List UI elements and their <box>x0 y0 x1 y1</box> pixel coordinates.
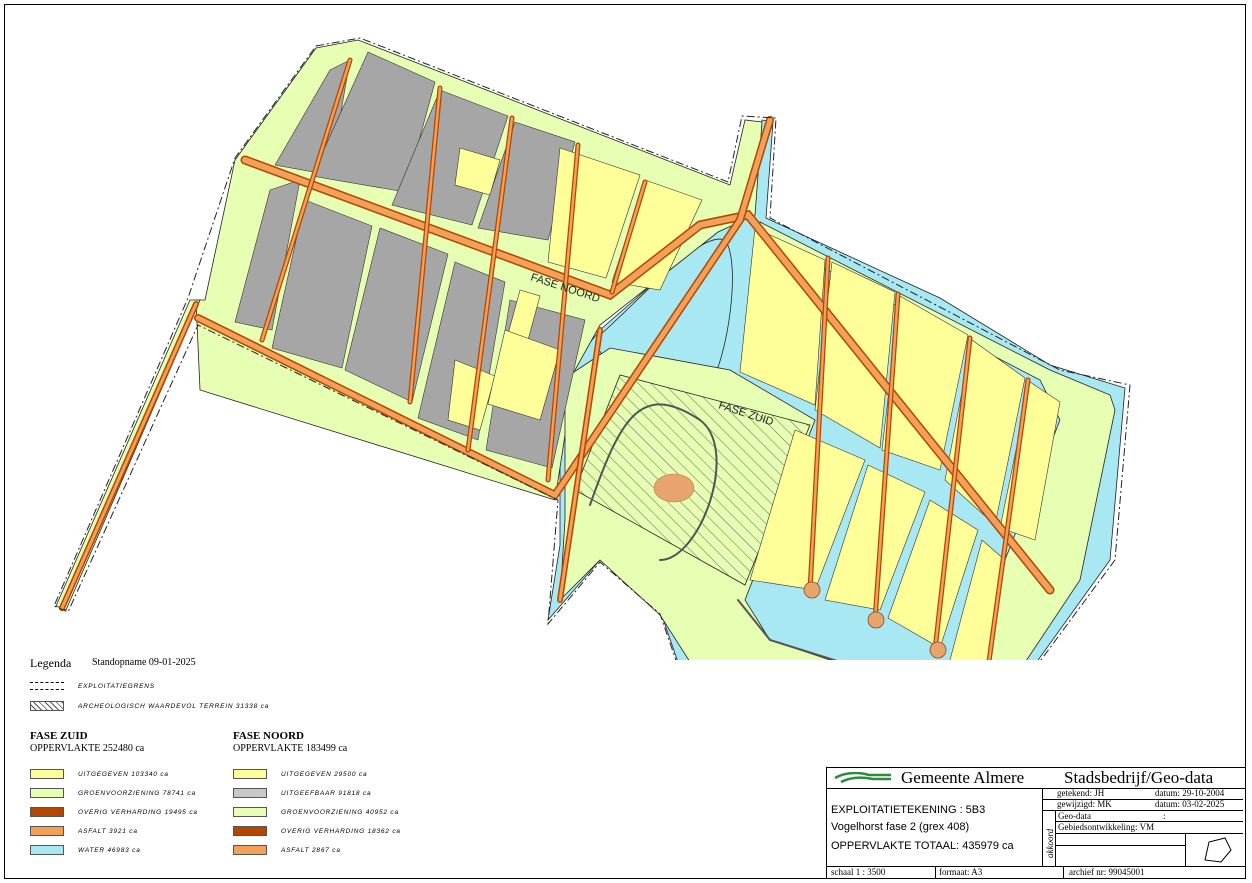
archeo-swatch <box>30 701 64 711</box>
legend-swatch <box>30 788 64 798</box>
archive-number: archief nr: 99045001 <box>1069 867 1145 877</box>
legend-swatch <box>30 845 64 855</box>
legend-item: GROENVOORZIENING 40952 ca <box>233 806 399 818</box>
legend-archeo: ARCHEOLOGISCH WAARDEVOL TERREIN 31338 ca <box>30 700 269 712</box>
legend-item: UITGEGEVEN 103340 ca <box>30 768 169 780</box>
modified-date: datum: 03-02-2025 <box>1155 799 1225 809</box>
legend-item: OVERIG VERHARDING 19495 ca <box>30 806 198 818</box>
modified-by: gewijzigd: MK <box>1057 799 1112 809</box>
legend-title: Legenda <box>30 656 72 670</box>
legend-item: WATER 46983 ca <box>30 844 141 856</box>
legend-item-label: OVERIG VERHARDING 19495 ca <box>78 808 198 816</box>
geodata-colon: : <box>1163 811 1166 821</box>
zuid-area: OPPERVLAKTE 252480 ca <box>30 743 145 754</box>
legend-swatch <box>233 769 267 779</box>
almere-logo-icon <box>834 772 891 784</box>
noord-area: OPPERVLAKTE 183499 ca <box>233 743 348 754</box>
legend-item: ASFALT 2867 ca <box>233 844 341 856</box>
drawn-by: getekend: JH <box>1057 788 1105 798</box>
org-name: Gemeente Almere <box>901 768 1025 787</box>
format: formaat: A3 <box>939 867 983 877</box>
legend-boundary: EXPLOITATIEGRENS <box>30 680 155 692</box>
archeology-mound <box>653 473 695 503</box>
legend-swatch <box>233 826 267 836</box>
geodata-label: Geo-data <box>1058 811 1091 821</box>
legend-date: Standopname 09-01-2025 <box>92 657 196 668</box>
drawing-info: EXPLOITATIETEKENING : 5B3 Vogelhorst fas… <box>827 788 1043 866</box>
project-name: Vogelhorst fase 2 (grex 408) <box>831 821 970 833</box>
drawing-number: EXPLOITATIETEKENING : 5B3 <box>831 804 986 816</box>
legend-item-label: UITGEGEVEN 103340 ca <box>78 770 169 778</box>
total-area: OPPERVLAKTE TOTAAL: 435979 ca <box>831 840 1014 852</box>
plan-map: FASE NOORD FASE ZUID <box>53 37 1131 660</box>
legend-swatch <box>233 845 267 855</box>
legend-item-label: ASFALT 3921 ca <box>78 827 138 835</box>
approval-info: getekend: JH datum: 29-10-2004 gewijzigd… <box>1043 788 1243 866</box>
legend-item-label: GROENVOORZIENING 40952 ca <box>281 808 399 816</box>
title-block-header: Gemeente Almere Stadsbedrijf/Geo-data <box>827 768 1245 789</box>
legend-boundary-label: EXPLOITATIEGRENS <box>78 682 155 690</box>
legend-item: ASFALT 3921 ca <box>30 825 138 837</box>
boundary-swatch <box>30 682 64 690</box>
legend-item: UITGEEFBAAR 91818 ca <box>233 787 371 799</box>
scale: schaal 1 : 3500 <box>831 867 886 877</box>
legend-item: GROENVOORZIENING 78741 ca <box>30 787 196 799</box>
legend-item-label: WATER 46983 ca <box>78 846 141 854</box>
legend-swatch <box>30 769 64 779</box>
legend-swatch <box>233 807 267 817</box>
legend-archeo-label: ARCHEOLOGISCH WAARDEVOL TERREIN 31338 ca <box>78 702 270 710</box>
gebied-label: Gebiedsontwikkeling: VM <box>1058 822 1155 832</box>
keyplan-icon <box>1204 837 1232 863</box>
zuid-title: FASE ZUID <box>30 730 88 742</box>
dept-name: Stadsbedrijf/Geo-data <box>1064 768 1214 787</box>
legend-item-label: OVERIG VERHARDING 18362 ca <box>281 827 401 835</box>
legend: Legenda Standopname 09-01-2025 EXPLOITAT… <box>30 656 590 866</box>
legend-swatch <box>233 788 267 798</box>
drawn-date: datum: 29-10-2004 <box>1155 788 1225 798</box>
legend-item-label: UITGEGEVEN 29500 ca <box>281 770 368 778</box>
title-block: Gemeente Almere Stadsbedrijf/Geo-data EX… <box>826 767 1246 879</box>
legend-item: OVERIG VERHARDING 18362 ca <box>233 825 401 837</box>
noord-title: FASE NOORD <box>233 730 304 742</box>
akkoord-label: akkoord <box>1045 828 1055 858</box>
title-block-footer: schaal 1 : 3500 formaat: A3 archief nr: … <box>827 866 1245 879</box>
legend-swatch <box>30 807 64 817</box>
legend-item-label: GROENVOORZIENING 78741 ca <box>78 789 196 797</box>
legend-swatch <box>30 826 64 836</box>
legend-item-label: UITGEEFBAAR 91818 ca <box>281 789 372 797</box>
legend-item: UITGEGEVEN 29500 ca <box>233 768 367 780</box>
legend-item-label: ASFALT 2867 ca <box>281 846 341 854</box>
